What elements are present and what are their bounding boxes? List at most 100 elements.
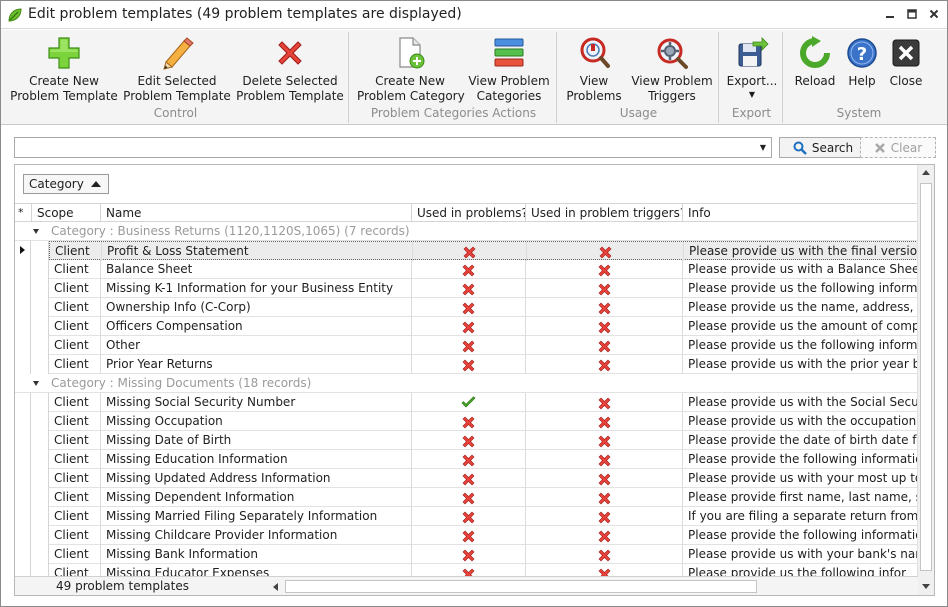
cell-used-in-problems[interactable] [412,393,526,412]
vertical-scroll-thumb[interactable] [920,183,932,571]
vertical-scrollbar[interactable] [917,165,934,595]
cell-scope[interactable]: Client [49,260,101,279]
cell-info[interactable]: Please provide us the amount of compens [683,317,918,336]
cell-info[interactable]: Please provide us with your most up to d [683,469,918,488]
cell-used-in-triggers[interactable] [526,355,683,374]
table-row[interactable]: Client Missing Childcare Provider Informa… [15,526,918,545]
table-row[interactable]: Client Balance Sheet Please provide us wit… [15,260,918,279]
table-row[interactable]: Client Missing Social Security Number Plea… [15,393,918,412]
group-row[interactable]: Category : Business Returns (1120,1120S,… [15,222,918,241]
cell-name[interactable]: Missing Updated Address Information [101,469,412,488]
collapse-caret-icon[interactable] [33,229,39,234]
cell-name[interactable]: Missing Education Information [101,450,412,469]
cell-used-in-triggers[interactable] [526,450,683,469]
row-indicator[interactable] [15,431,31,450]
cell-name[interactable]: Missing K-1 Information for your Busines… [101,279,412,298]
cell-used-in-triggers[interactable] [526,469,683,488]
minimize-button[interactable] [881,5,899,23]
column-header-used-in-problems[interactable]: Used in problems? [412,204,526,222]
cell-name[interactable]: Profit & Loss Statement [102,242,413,261]
cell-info[interactable]: Please provide the following information… [683,450,918,469]
cell-used-in-triggers[interactable] [526,298,683,317]
cell-used-in-problems[interactable] [413,242,527,261]
cell-scope[interactable]: Client [49,355,101,374]
row-indicator[interactable] [15,469,31,488]
cell-scope[interactable]: Client [49,450,101,469]
cell-used-in-triggers[interactable] [526,260,683,279]
cell-name[interactable]: Missing Dependent Information [101,488,412,507]
cell-used-in-triggers[interactable] [526,431,683,450]
table-row[interactable]: Client Missing Updated Address Informatio… [15,469,918,488]
table-row[interactable]: Client Missing Education Information Pleas… [15,450,918,469]
table-row[interactable]: Client Missing Bank Information Please pro… [15,545,918,564]
column-header-name[interactable]: Name [101,204,412,222]
cell-scope[interactable]: Client [49,488,101,507]
cell-scope[interactable]: Client [49,526,101,545]
cell-name[interactable]: Missing Date of Birth [101,431,412,450]
cell-name[interactable]: Missing Bank Information [101,545,412,564]
search-dropdown-icon[interactable]: ▼ [756,140,770,155]
cell-info[interactable]: Please provide us with your bank's name, [683,545,918,564]
table-row[interactable]: Client Missing Date of Birth Please provid… [15,431,918,450]
group-by-category-chip[interactable]: Category [23,174,109,194]
row-indicator[interactable] [15,241,31,260]
cell-info[interactable]: Please provide us the name, address, SS# [683,298,918,317]
cell-used-in-triggers[interactable] [526,279,683,298]
scroll-down-icon[interactable] [922,584,930,589]
cell-scope[interactable]: Client [49,545,101,564]
cell-used-in-triggers[interactable] [526,393,683,412]
cell-used-in-triggers[interactable] [527,242,684,261]
cell-scope[interactable]: Client [49,279,101,298]
collapse-caret-icon[interactable] [33,381,39,386]
cell-name[interactable]: Other [101,336,412,355]
cell-scope[interactable]: Client [49,431,101,450]
cell-used-in-triggers[interactable] [526,412,683,431]
cell-info[interactable]: Please provide the following information… [683,526,918,545]
cell-used-in-problems[interactable] [412,355,526,374]
cell-used-in-problems[interactable] [412,336,526,355]
cell-info[interactable]: Please provide us with the occupation fo… [683,412,918,431]
cell-used-in-triggers[interactable] [526,488,683,507]
table-row[interactable]: Client Missing Married Filing Separately … [15,507,918,526]
cell-used-in-problems[interactable] [412,298,526,317]
cell-used-in-problems[interactable] [412,526,526,545]
row-indicator[interactable] [15,488,31,507]
cell-used-in-problems[interactable] [412,507,526,526]
cell-name[interactable]: Missing Married Filing Separately Inform… [101,507,412,526]
cell-info[interactable]: Please provide us with the prior year bu… [683,355,918,374]
cell-name[interactable]: Missing Social Security Number [101,393,412,412]
cell-name[interactable]: Prior Year Returns [101,355,412,374]
row-indicator[interactable] [15,298,31,317]
row-indicator[interactable] [15,336,31,355]
window-close-button[interactable] [925,5,943,23]
cell-scope[interactable]: Client [49,336,101,355]
table-row[interactable]: Client Missing Dependent Information Pleas… [15,488,918,507]
cell-used-in-problems[interactable] [412,260,526,279]
cell-scope[interactable]: Client [49,469,101,488]
row-indicator[interactable] [15,526,31,545]
cell-used-in-triggers[interactable] [526,317,683,336]
cell-name[interactable]: Missing Occupation [101,412,412,431]
table-row[interactable]: Client Prior Year Returns Please provide u… [15,355,918,374]
row-indicator[interactable] [15,279,31,298]
cell-scope[interactable]: Client [50,242,102,261]
cell-scope[interactable]: Client [49,412,101,431]
cell-info[interactable]: Please provide us with the final version… [684,242,918,261]
cell-used-in-problems[interactable] [412,412,526,431]
row-indicator[interactable] [15,393,31,412]
cell-name[interactable]: Officers Compensation [101,317,412,336]
cell-scope[interactable]: Client [49,393,101,412]
column-header-info[interactable]: Info [683,204,918,222]
cell-scope[interactable]: Client [49,317,101,336]
row-indicator[interactable] [15,355,31,374]
cell-name[interactable]: Missing Childcare Provider Information [101,526,412,545]
cell-used-in-triggers[interactable] [526,545,683,564]
row-indicator[interactable] [15,545,31,564]
horizontal-scroll-thumb[interactable] [285,580,757,593]
search-button[interactable]: Search [779,137,867,158]
cell-scope[interactable]: Client [49,507,101,526]
cell-used-in-problems[interactable] [412,450,526,469]
maximize-button[interactable] [903,5,921,23]
row-indicator[interactable] [15,260,31,279]
table-row[interactable]: Client Missing Occupation Please provide u… [15,412,918,431]
